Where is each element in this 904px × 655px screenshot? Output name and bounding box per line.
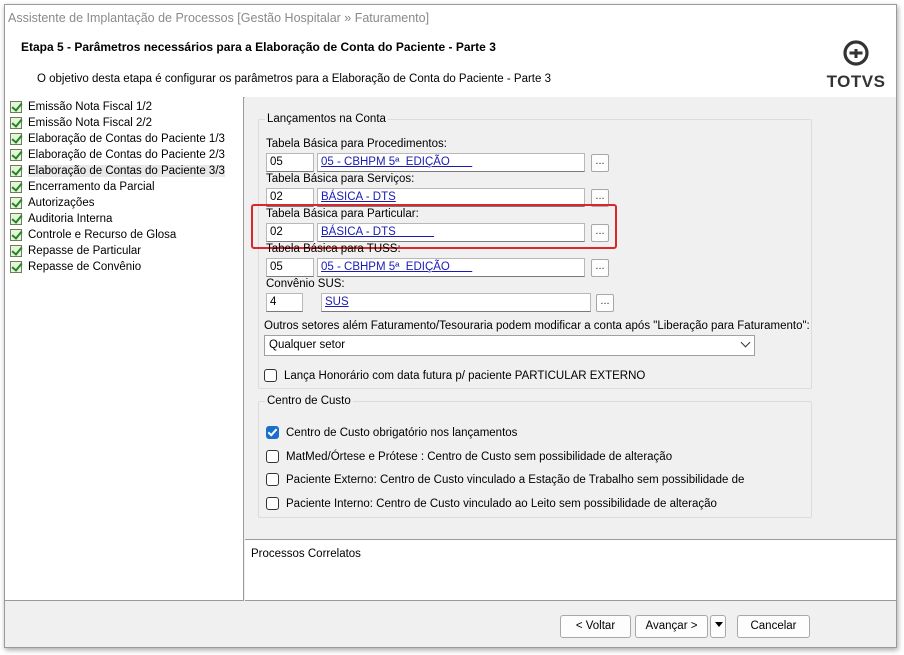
cc-matmed-label: MatMed/Órtese e Prótese : Centro de Cust… [286,450,673,463]
particular-label: Tabela Básica para Particular: [266,208,419,220]
particular-description-field[interactable]: BÁSICA - DTS [317,223,585,242]
tuss-label: Tabela Básica para TUSS: [266,243,401,255]
cc-externo-option[interactable]: Paciente Externo: Centro de Custo vincul… [266,473,744,486]
tree-item-autorizacoes[interactable]: Autorizações [5,195,243,211]
cc-obrigatorio-option[interactable]: Centro de Custo obrigatório nos lançamen… [266,426,517,439]
cc-interno-checkbox[interactable] [266,497,279,510]
parameters-panel: Lançamentos na Conta Tabela Básica para … [245,97,896,539]
steps-tree: Emissão Nota Fiscal 1/2 Emissão Nota Fis… [5,97,244,601]
tree-item-contas-1[interactable]: Elaboração de Contas do Paciente 1/3 [5,131,243,147]
tree-item-glosa[interactable]: Controle e Recurso de Glosa [5,227,243,243]
cc-externo-label: Paciente Externo: Centro de Custo vincul… [286,473,745,486]
outros-setores-label: Outros setores além Faturamento/Tesourar… [264,320,810,332]
particular-code-input[interactable]: 02 [266,223,314,242]
tree-item-contas-2[interactable]: Elaboração de Contas do Paciente 2/3 [5,147,243,163]
cc-interno-option[interactable]: Paciente Interno: Centro de Custo vincul… [266,497,717,510]
cc-matmed-option[interactable]: MatMed/Órtese e Prótese : Centro de Cust… [266,450,672,463]
dropdown-arrow-icon [715,622,723,627]
wizard-footer: < Voltar Avançar > Cancelar [5,601,896,647]
completed-check-icon [10,229,22,241]
logo-text: TOTVS [826,72,886,91]
tree-item-nota-fiscal-2[interactable]: Emissão Nota Fiscal 2/2 [5,115,243,131]
window-title: Assistente de Implantação de Processos [… [5,5,896,30]
cc-obrigatorio-label: Centro de Custo obrigatório nos lançamen… [286,426,518,439]
completed-check-icon [10,165,22,177]
completed-check-icon [10,181,22,193]
totvs-logo: TOTVS [826,40,886,92]
cancel-button[interactable]: Cancelar [737,615,810,638]
step-title: Etapa 5 - Parâmetros necessários para a … [21,40,496,54]
cc-interno-label: Paciente Interno: Centro de Custo vincul… [286,497,717,510]
outros-setores-select[interactable]: Qualquer setor [264,335,755,356]
sus-code-input[interactable]: 4 [266,293,303,312]
wizard-window: Assistente de Implantação de Processos [… [4,4,897,648]
particular-lookup-button[interactable]: ... [591,224,609,242]
honorario-checkbox[interactable] [264,369,277,382]
lancamentos-group-title: Lançamentos na Conta [265,113,388,125]
related-processes-title: Processos Correlatos [251,548,361,560]
procedimentos-label: Tabela Básica para Procedimentos: [266,138,447,150]
servicos-label: Tabela Básica para Serviços: [266,173,415,185]
completed-check-icon [10,213,22,225]
sus-description-field[interactable]: SUS [321,293,591,312]
tuss-lookup-button[interactable]: ... [591,259,609,277]
related-processes-panel: Processos Correlatos [245,539,896,601]
back-button[interactable]: < Voltar [560,615,631,638]
completed-check-icon [10,261,22,273]
completed-check-icon [10,149,22,161]
tuss-description-field[interactable]: 05 - CBHPM 5ª EDIÇÃO [317,258,585,277]
sus-lookup-button[interactable]: ... [596,294,614,312]
cc-externo-checkbox[interactable] [266,473,279,486]
sus-label: Convênio SUS: [266,278,345,290]
tree-item-encerramento[interactable]: Encerramento da Parcial [5,179,243,195]
outros-setores-value: Qualquer setor [269,339,346,351]
chevron-down-icon [740,337,751,348]
completed-check-icon [10,197,22,209]
next-dropdown-button[interactable] [710,615,726,638]
tree-item-nota-fiscal-1[interactable]: Emissão Nota Fiscal 1/2 [5,99,243,115]
procedimentos-code-input[interactable]: 05 [266,153,314,172]
tree-item-auditoria[interactable]: Auditoria Interna [5,211,243,227]
completed-check-icon [10,245,22,257]
cc-matmed-checkbox[interactable] [266,450,279,463]
centro-custo-group: Centro de Custo Centro de Custo obrigató… [258,395,812,518]
honorario-label: Lança Honorário com data futura p/ pacie… [284,369,646,382]
step-description: O objetivo desta etapa é configurar os p… [37,73,551,85]
completed-check-icon [10,133,22,145]
next-button[interactable]: Avançar > [635,615,708,638]
completed-check-icon [10,117,22,129]
tuss-code-input[interactable]: 05 [266,258,314,277]
totvs-logo-icon [843,40,869,66]
procedimentos-description-field[interactable]: 05 - CBHPM 5ª EDIÇÃO [317,153,585,172]
step-header: Etapa 5 - Parâmetros necessários para a … [5,30,896,98]
tree-item-repasse-particular[interactable]: Repasse de Particular [5,243,243,259]
centro-custo-group-title: Centro de Custo [265,395,353,407]
cc-obrigatorio-checkbox[interactable] [266,426,279,439]
honorario-option[interactable]: Lança Honorário com data futura p/ pacie… [264,369,645,382]
procedimentos-lookup-button[interactable]: ... [591,154,609,172]
tree-item-contas-3[interactable]: Elaboração de Contas do Paciente 3/3 [5,163,243,179]
completed-check-icon [10,101,22,113]
tree-item-repasse-convenio[interactable]: Repasse de Convênio [5,259,243,275]
lancamentos-group: Lançamentos na Conta Tabela Básica para … [251,113,812,389]
